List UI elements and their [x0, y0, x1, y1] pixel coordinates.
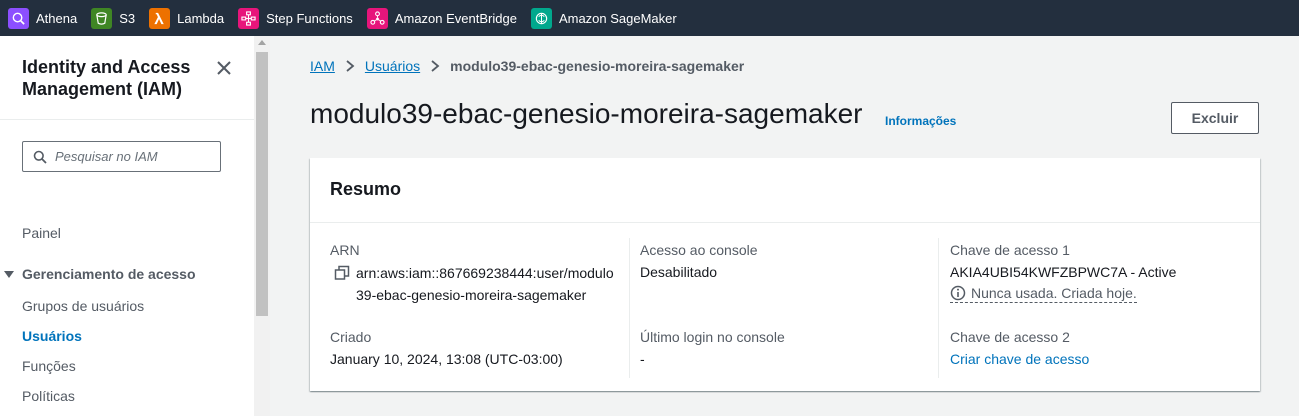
side-navigation: Identity and Access Management (IAM) Pai… — [0, 36, 254, 416]
sidebar-item-roles[interactable]: Funções — [22, 358, 76, 374]
sidebar-section-label: Gerenciamento de acesso — [22, 266, 196, 282]
service-sagemaker[interactable]: Amazon SageMaker — [530, 0, 677, 36]
search-icon — [33, 150, 47, 164]
access-key-1-label: Chave de acesso 1 — [950, 242, 1070, 258]
service-lambda[interactable]: Lambda — [149, 0, 224, 36]
breadcrumb-iam[interactable]: IAM — [310, 58, 335, 74]
service-eventbridge[interactable]: Amazon EventBridge — [366, 0, 517, 36]
nav-search-input[interactable] — [55, 149, 215, 164]
breadcrumb-current: modulo39-ebac-genesio-moreira-sagemaker — [450, 58, 745, 74]
service-sagemaker-label: Amazon SageMaker — [558, 10, 677, 26]
nav-search-box[interactable] — [22, 141, 221, 172]
create-access-key-link[interactable]: Criar chave de acesso — [950, 351, 1089, 367]
sidebar-item-users[interactable]: Usuários — [22, 328, 82, 344]
scroll-thumb[interactable] — [256, 52, 268, 316]
breadcrumb: IAM Usuários modulo39-ebac-genesio-morei… — [310, 58, 744, 74]
nav-title: Identity and Access Management (IAM) — [22, 57, 191, 99]
page-title: modulo39-ebac-genesio-moreira-sagemaker — [310, 98, 863, 129]
column-divider — [629, 238, 630, 378]
nav-scrollbar[interactable] — [254, 36, 270, 416]
copy-icon[interactable] — [334, 265, 350, 281]
close-nav-button[interactable] — [214, 58, 234, 78]
sidebar-item-dashboard[interactable]: Painel — [22, 225, 61, 241]
access-key-1-status[interactable]: Nunca usada. Criada hoje. — [950, 285, 1137, 303]
sidebar-item-user-groups[interactable]: Grupos de usuários — [22, 298, 144, 314]
sagemaker-icon — [530, 7, 552, 29]
chevron-right-icon — [346, 60, 355, 72]
info-link[interactable]: Informações — [885, 114, 956, 128]
step-functions-icon — [238, 7, 260, 29]
summary-card: Resumo ARN arn:aws:iam::867669238444:use… — [310, 158, 1260, 391]
created-value: January 10, 2024, 13:08 (UTC-03:00) — [330, 351, 563, 367]
arn-value-group: arn:aws:iam::867669238444:user/modulo39-… — [334, 262, 616, 306]
service-step-functions[interactable]: Step Functions — [238, 0, 353, 36]
access-key-1-value: AKIA4UBI54KWFZBPWC7A - Active — [950, 264, 1177, 280]
console-access-label: Acesso ao console — [640, 242, 758, 258]
last-login-label: Último login no console — [640, 329, 785, 345]
sidebar-item-policies[interactable]: Políticas — [22, 388, 75, 404]
column-divider — [938, 238, 939, 378]
nav-divider — [0, 119, 254, 120]
lambda-icon — [149, 7, 171, 29]
service-athena-label: Athena — [36, 10, 78, 26]
created-label: Criado — [330, 329, 372, 345]
service-step-functions-label: Step Functions — [266, 10, 353, 26]
service-s3-label: S3 — [119, 10, 136, 26]
service-athena[interactable]: Athena — [8, 0, 77, 36]
services-bar: Athena S3 Lambda Step Functions Amazon E… — [0, 0, 1299, 36]
summary-title: Resumo — [330, 179, 402, 199]
sidebar-section-access-management[interactable]: Gerenciamento de acesso — [4, 266, 196, 282]
delete-button[interactable]: Excluir — [1171, 102, 1259, 134]
arn-value: arn:aws:iam::867669238444:user/modulo39-… — [356, 265, 614, 303]
chevron-right-icon — [431, 60, 440, 72]
athena-icon — [8, 7, 29, 29]
scroll-up-arrow-icon[interactable] — [258, 40, 266, 45]
console-access-value: Desabilitado — [640, 264, 718, 280]
access-key-1-note: Nunca usada. Criada hoje. — [971, 285, 1137, 301]
last-login-value: - — [640, 351, 645, 367]
service-eventbridge-label: Amazon EventBridge — [394, 10, 517, 26]
breadcrumb-users[interactable]: Usuários — [365, 58, 420, 74]
eventbridge-icon — [366, 7, 388, 29]
service-s3[interactable]: S3 — [91, 0, 135, 36]
access-key-2-label: Chave de acesso 2 — [950, 329, 1070, 345]
s3-icon — [91, 7, 113, 29]
service-lambda-label: Lambda — [177, 10, 225, 26]
close-icon — [217, 61, 231, 75]
summary-divider — [310, 222, 1260, 223]
arn-label: ARN — [330, 242, 360, 258]
info-circle-icon — [950, 285, 966, 301]
caret-down-icon — [4, 270, 14, 278]
